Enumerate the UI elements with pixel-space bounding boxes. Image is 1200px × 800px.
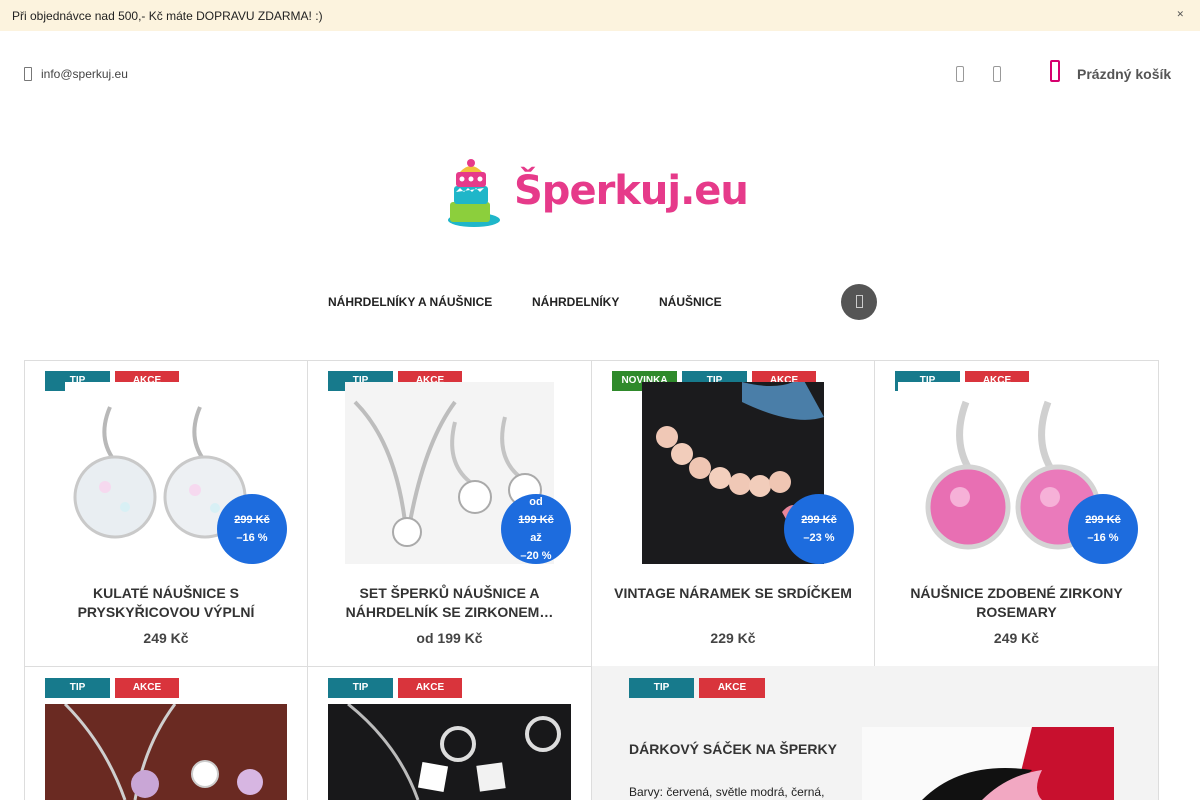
flag-akce: AKCE: [115, 678, 179, 698]
search-button[interactable]: [841, 284, 877, 320]
search-icon[interactable]: [993, 66, 1001, 82]
product-name-line: VINTAGE NÁRAMEK SE SRDÍČKEM: [614, 585, 852, 601]
flag-tip: TIP: [629, 678, 694, 698]
cart-icon: [1050, 60, 1060, 82]
promo-message: Při objednávce nad 500,- Kč máte DOPRAVU…: [12, 9, 323, 23]
promo-bar: Při objednávce nad 500,- Kč máte DOPRAVU…: [0, 0, 1200, 31]
cart-label: Prázdný košík: [1077, 66, 1172, 82]
product-name[interactable]: VINTAGE NÁRAMEK SE SRDÍČKEM: [591, 584, 875, 603]
old-price: 299 Kč: [801, 514, 837, 526]
product-image[interactable]: [45, 704, 287, 800]
discount-badge: 299 Kč –16 %: [1068, 494, 1138, 564]
flag-tip: TIP: [328, 678, 393, 698]
nav-item-necklaces-earrings[interactable]: NÁHRDELNÍKY A NÁUŠNICE: [328, 295, 492, 309]
product-price: 249 Kč: [993, 630, 1040, 646]
flag-tip: TIP: [45, 678, 110, 698]
product-name-line: PRYSKYŘICOVOU VÝPLNÍ: [77, 604, 255, 620]
product-name[interactable]: NÁUŠNICE ZDOBENÉ ZIRKONY ROSEMARY: [874, 584, 1159, 622]
featured-title[interactable]: DÁRKOVÝ SÁČEK NA ŠPERKY: [629, 741, 837, 757]
logo-graphic: [448, 159, 500, 227]
user-icon[interactable]: [956, 66, 964, 82]
logo-text: Šperkuj.eu: [514, 168, 749, 214]
product-name-line: KULATÉ NÁUŠNICE S: [93, 585, 239, 601]
price-mid: až: [530, 532, 542, 544]
product-name-line: NÁUŠNICE ZDOBENÉ ZIRKONY: [910, 585, 1123, 601]
old-price: 299 Kč: [234, 514, 270, 526]
nav-item-earrings[interactable]: NÁUŠNICE: [659, 295, 722, 309]
product-name-line: NÁHRDELNÍK SE ZIRKONEM…: [345, 604, 554, 620]
product-name-line: ROSEMARY: [976, 604, 1057, 620]
product-price: 249 Kč: [143, 630, 189, 646]
nav-item-necklaces[interactable]: NÁHRDELNÍKY: [532, 295, 619, 309]
old-price: 299 Kč: [1085, 514, 1121, 526]
discount-percent: –23 %: [803, 532, 835, 544]
header-email[interactable]: info@sperkuj.eu: [24, 67, 128, 81]
flag-akce: AKCE: [699, 678, 765, 698]
discount-percent: –20 %: [520, 550, 552, 562]
product-name[interactable]: SET ŠPERKŮ NÁUŠNICE A NÁHRDELNÍK SE ZIRK…: [307, 584, 592, 622]
discount-badge: 299 Kč –23 %: [784, 494, 854, 564]
email-link[interactable]: info@sperkuj.eu: [41, 67, 128, 81]
product-price: od 199 Kč: [416, 630, 483, 646]
product-name-line: SET ŠPERKŮ NÁUŠNICE A: [359, 585, 540, 601]
site-logo[interactable]: Šperkuj.eu: [446, 158, 749, 230]
product-name[interactable]: KULATÉ NÁUŠNICE S PRYSKYŘICOVOU VÝPLNÍ: [24, 584, 308, 622]
close-icon[interactable]: ✕: [1176, 9, 1184, 20]
flag-akce: AKCE: [398, 678, 462, 698]
featured-image[interactable]: [862, 727, 1114, 800]
discount-percent: –16 %: [236, 532, 268, 544]
old-price: 199 Kč: [518, 514, 554, 526]
discount-badge: od 199 Kč až –20 %: [501, 494, 571, 564]
mail-icon: [24, 67, 32, 81]
product-price: 229 Kč: [710, 630, 756, 646]
discount-percent: –16 %: [1087, 532, 1119, 544]
price-prefix: od: [529, 496, 543, 508]
featured-description: Barvy: červená, světle modrá, černá,: [629, 785, 825, 799]
discount-badge: 299 Kč –16 %: [217, 494, 287, 564]
product-image[interactable]: [328, 704, 571, 800]
cart-button[interactable]: Prázdný košík: [1050, 60, 1171, 82]
